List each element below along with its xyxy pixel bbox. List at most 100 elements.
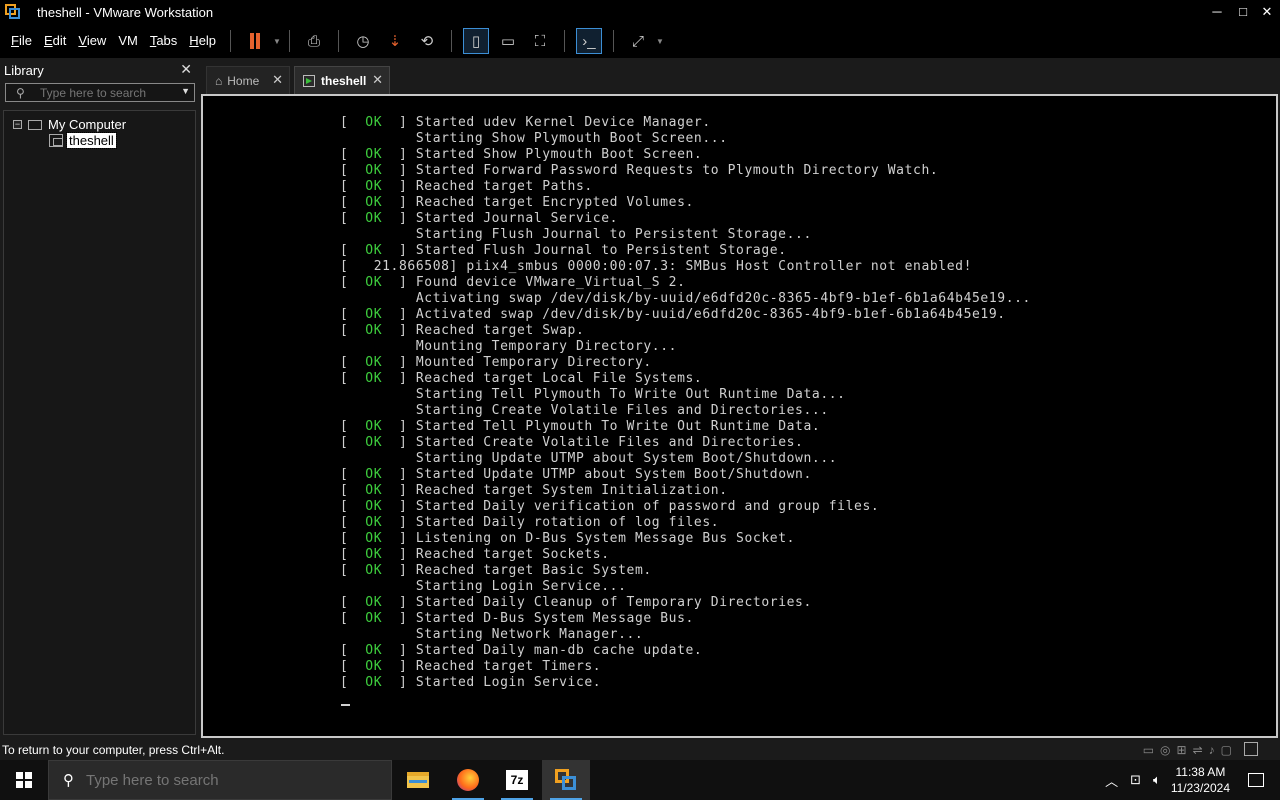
windows-logo-icon (16, 772, 32, 788)
menu-tabs[interactable]: Tabs (144, 24, 183, 58)
vm-icon (49, 134, 63, 147)
tab-home-label: Home (227, 73, 260, 88)
taskbar-firefox[interactable] (444, 760, 492, 800)
console-line: Starting Create Volatile Files and Direc… (340, 403, 829, 418)
console-line: Starting Flush Journal to Persistent Sto… (340, 227, 812, 242)
chevron-down-icon[interactable]: ▼ (181, 86, 190, 96)
console-view-icon[interactable]: ›_ (575, 28, 602, 54)
home-icon: ⌂ (215, 73, 223, 88)
ok-status: OK (365, 211, 383, 226)
hard-disk-icon[interactable]: ▭ (1143, 743, 1154, 757)
display-icon[interactable]: ▢ (1221, 743, 1232, 757)
start-button[interactable] (0, 760, 48, 800)
tree-item-theshell[interactable]: theshell (49, 132, 117, 149)
collapse-icon[interactable]: − (13, 120, 22, 129)
ok-status: OK (365, 643, 383, 658)
tree-label-my-computer: My Computer (48, 117, 127, 132)
ok-status: OK (365, 435, 383, 450)
tab-home[interactable]: ⌂ Home ✕ (206, 66, 290, 94)
taskbar-search[interactable]: ⚲ (48, 760, 392, 800)
ok-status: OK (365, 483, 383, 498)
toolbar-separator (230, 30, 232, 52)
console-line: [ OK ] Started Forward Password Requests… (340, 163, 939, 178)
network-icon[interactable]: ⊡ (1130, 772, 1141, 788)
library-search-input[interactable] (40, 85, 180, 100)
revert-snapshot-icon[interactable]: ⇣ (382, 28, 408, 54)
taskbar-file-explorer[interactable] (394, 760, 442, 800)
console-line: [ OK ] Started Daily verification of pas… (340, 499, 880, 514)
pause-button[interactable] (242, 28, 268, 54)
message-log-icon[interactable] (1244, 742, 1258, 756)
snapshot-manager-icon[interactable]: ⟲ (414, 28, 440, 54)
console-line: [ OK ] Reached target Encrypted Volumes. (340, 195, 694, 210)
taskbar-7zip[interactable]: 7z (493, 760, 541, 800)
console-line: [ OK ] Started Daily Cleanup of Temporar… (340, 595, 812, 610)
full-screen-icon[interactable]: ⛶ (527, 28, 553, 54)
vm-console[interactable]: [ OK ] Started udev Kernel Device Manage… (201, 94, 1278, 738)
console-line: Mounting Temporary Directory... (340, 339, 678, 354)
ok-status: OK (365, 659, 383, 674)
console-line: [ OK ] Started Daily rotation of log fil… (340, 515, 720, 530)
minimize-button[interactable]: ─ (1204, 2, 1230, 22)
tab-theshell-close-icon[interactable]: ✕ (372, 72, 383, 88)
tab-theshell[interactable]: theshell ✕ (294, 66, 390, 94)
ok-status: OK (365, 467, 383, 482)
thumbnail-bar-icon[interactable]: ▭ (495, 28, 521, 54)
library-tree: − My Computer theshell (3, 110, 196, 735)
console-output: [ OK ] Started udev Kernel Device Manage… (340, 115, 1031, 691)
menu-toolbar: File Edit View MVM Tabs Help ▼ ⎙ ◷ ⇣ ⟲ ▯… (0, 24, 1280, 58)
console-line: [ OK ] Started Daily man-db cache update… (340, 643, 703, 658)
console-line: Starting Login Service... (340, 579, 627, 594)
pause-dropdown-icon[interactable]: ▼ (273, 37, 281, 46)
clock-time: 11:38 AM (1175, 765, 1226, 779)
stretch-guest-icon[interactable]: ⤢ (625, 28, 651, 54)
library-close-icon[interactable]: ✕ (180, 61, 192, 78)
7zip-icon: 7z (506, 770, 528, 790)
taskbar-search-input[interactable] (86, 771, 366, 789)
show-library-icon[interactable]: ▯ (462, 28, 489, 54)
status-text: To return to your computer, press Ctrl+A… (2, 743, 225, 757)
menu-edit[interactable]: Edit (38, 24, 72, 58)
network-adapter-icon[interactable]: ⊞ (1177, 743, 1187, 757)
menu-file[interactable]: File (5, 24, 38, 58)
vm-running-icon (303, 74, 315, 87)
ok-status: OK (365, 499, 383, 514)
ok-status: OK (365, 675, 383, 690)
notification-icon[interactable] (1248, 773, 1264, 787)
ok-status: OK (365, 243, 383, 258)
library-search-field[interactable]: ⚲ ▼ (5, 83, 195, 102)
clock[interactable]: 11:38 AM 11/23/2024 (1171, 764, 1230, 796)
tree-item-my-computer[interactable]: − My Computer (13, 117, 126, 132)
menu-vm[interactable]: MVM (112, 24, 144, 58)
sound-icon[interactable]: ♪ (1209, 743, 1215, 757)
clock-date: 11/23/2024 (1170, 781, 1230, 795)
toolbar-separator (288, 30, 290, 52)
window-title: theshell - VMware Workstation (37, 4, 214, 20)
menu-view[interactable]: View (72, 24, 112, 58)
console-line: [ OK ] Started udev Kernel Device Manage… (340, 115, 711, 130)
snapshot-icon[interactable]: ◷ (350, 28, 376, 54)
console-line: Activating swap /dev/disk/by-uuid/e6dfd2… (340, 291, 1031, 306)
maximize-button[interactable]: □ (1230, 2, 1256, 22)
console-line: [ OK ] Reached target Basic System. (340, 563, 652, 578)
stretch-dropdown-icon[interactable]: ▼ (656, 37, 664, 46)
usb-icon[interactable]: ⇌ (1193, 743, 1203, 757)
send-ctrl-alt-del-icon[interactable]: ⎙ (301, 28, 327, 54)
ok-status: OK (365, 163, 383, 178)
system-tray: ︿ ⊡ 🔈︎ 11:38 AM 11/23/2024 (1099, 760, 1280, 800)
volume-muted-icon[interactable]: 🔈︎ (1153, 772, 1161, 788)
file-explorer-icon (407, 772, 429, 788)
tab-home-close-icon[interactable]: ✕ (272, 72, 283, 88)
console-line: [ OK ] Started Journal Service. (340, 211, 619, 226)
menu-help[interactable]: Help (183, 24, 222, 58)
console-cursor (341, 704, 350, 706)
vmware-icon (555, 769, 577, 791)
close-window-button[interactable]: ✕ (1254, 2, 1280, 22)
firefox-icon (457, 769, 479, 791)
chevron-up-icon[interactable]: ︿ (1105, 771, 1118, 790)
console-line: [ OK ] Started Tell Plymouth To Write Ou… (340, 419, 821, 434)
cd-dvd-icon[interactable]: ◎ (1160, 743, 1170, 757)
taskbar-vmware[interactable] (542, 760, 590, 800)
console-line: [ 21.866508] piix4_smbus 0000:00:07.3: S… (340, 259, 972, 274)
library-title: Library (4, 62, 44, 78)
